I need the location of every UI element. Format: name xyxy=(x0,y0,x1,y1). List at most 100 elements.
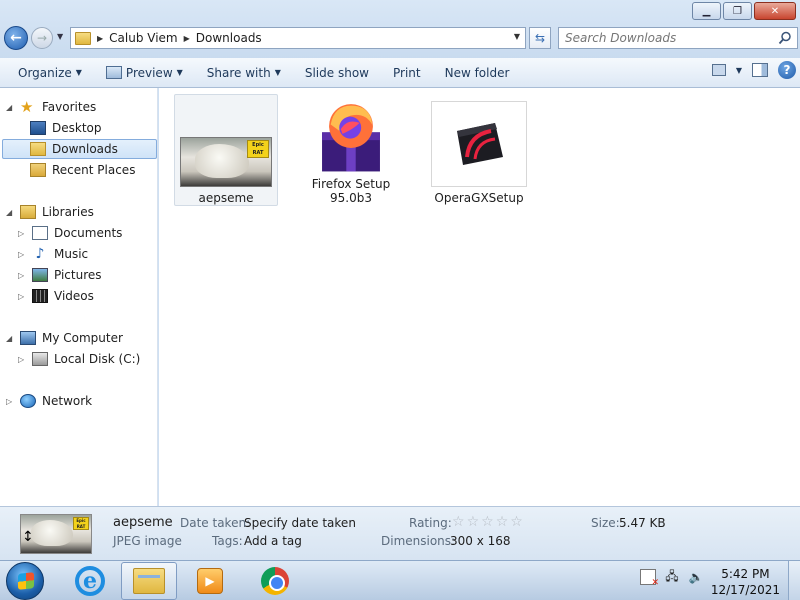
chevron-down-icon: ▼ xyxy=(57,32,64,41)
preview-label: Preview xyxy=(125,65,173,80)
sidebar-item-downloads[interactable]: Downloads xyxy=(2,139,157,159)
expand-arrow-icon[interactable]: ▷ xyxy=(18,355,26,364)
breadcrumb-user[interactable]: Calub Viem xyxy=(109,31,177,45)
view-options-dropdown-icon[interactable]: ▼ xyxy=(736,66,742,75)
system-clock[interactable]: 5:42 PM 12/17/2021 xyxy=(711,566,780,598)
search-icon[interactable] xyxy=(778,31,792,45)
print-button[interactable]: Print xyxy=(381,60,433,86)
dimensions-label: Dimensions: xyxy=(381,534,456,548)
file-name-line-2: 95.0b3 xyxy=(330,191,372,205)
file-name: Firefox Setup 95.0b3 xyxy=(312,177,390,205)
expand-arrow-icon[interactable]: ▷ xyxy=(18,229,26,238)
file-thumbnail-frame: Firefox Setup 95.0b3 xyxy=(299,94,403,206)
star-outline-icon[interactable]: ☆ xyxy=(452,514,465,530)
new-folder-button[interactable]: New folder xyxy=(433,60,522,86)
preview-pane-icon[interactable] xyxy=(752,63,768,77)
file-item-operagx-setup[interactable]: OperaGXSetup xyxy=(427,94,531,206)
address-dropdown-icon[interactable]: ▼ xyxy=(514,32,520,41)
sidebar-item-my-computer[interactable]: ◢ My Computer xyxy=(6,328,123,348)
help-icon[interactable]: ? xyxy=(778,61,796,79)
volume-icon[interactable]: 🔈 xyxy=(688,569,704,585)
folder-icon xyxy=(75,31,91,45)
network-status-icon[interactable]: 🖧 xyxy=(664,569,680,585)
arrow-right-icon: → xyxy=(36,31,48,45)
start-button[interactable] xyxy=(6,562,44,600)
rating-label: Rating: xyxy=(409,516,452,530)
expand-arrow-icon[interactable]: ◢ xyxy=(6,103,14,112)
operagx-thumbnail-frame xyxy=(431,101,527,187)
taskbar-file-explorer[interactable] xyxy=(121,562,177,600)
taskbar-internet-explorer[interactable]: e xyxy=(62,562,118,600)
chrome-icon xyxy=(261,567,289,595)
search-box[interactable] xyxy=(558,27,798,49)
breadcrumb-separator-icon[interactable]: ▶ xyxy=(184,34,190,43)
sidebar-item-label: Downloads xyxy=(52,142,118,156)
system-tray: 🖧 🔈 xyxy=(640,569,704,588)
file-thumbnail-frame: Epic RAT aepseme xyxy=(174,94,278,206)
breadcrumb-downloads[interactable]: Downloads xyxy=(196,31,262,45)
address-bar[interactable]: ▶ Calub Viem ▶ Downloads ▼ xyxy=(70,27,526,49)
sidebar-item-network[interactable]: ▷ Network xyxy=(6,391,92,411)
star-outline-icon[interactable]: ☆ xyxy=(467,514,480,530)
expand-arrow-icon[interactable]: ▷ xyxy=(18,250,26,259)
date-taken-value[interactable]: Specify date taken xyxy=(244,516,356,530)
star-outline-icon[interactable]: ☆ xyxy=(510,514,523,530)
sidebar-item-local-disk[interactable]: ▷ Local Disk (C:) xyxy=(18,349,140,369)
chevron-down-icon: ▼ xyxy=(274,68,281,77)
sidebar-item-desktop[interactable]: Desktop xyxy=(30,118,102,138)
rat-image-thumbnail: Epic RAT xyxy=(180,137,272,187)
details-filetype: JPEG image xyxy=(113,534,182,548)
file-explorer-icon xyxy=(133,568,165,594)
sidebar-item-videos[interactable]: ▷ Videos xyxy=(18,286,94,306)
rating-stars[interactable]: ☆ ☆ ☆ ☆ ☆ xyxy=(452,514,523,530)
recent-places-icon xyxy=(30,163,46,177)
show-desktop-button[interactable] xyxy=(788,561,800,600)
refresh-button[interactable]: ⇆ xyxy=(529,27,551,49)
recent-pages-dropdown[interactable]: ▼ xyxy=(57,32,63,41)
forward-button[interactable]: → xyxy=(31,27,53,49)
operagx-icon xyxy=(457,123,503,165)
share-with-button[interactable]: Share with ▼ xyxy=(195,60,293,86)
restore-icon: ❐ xyxy=(733,5,742,17)
sidebar-item-documents[interactable]: ▷ Documents xyxy=(18,223,122,243)
file-name: OperaGXSetup xyxy=(434,191,524,205)
close-button[interactable]: ✕ xyxy=(754,2,796,20)
taskbar-media-player[interactable]: ▶ xyxy=(182,562,238,600)
expand-arrow-icon[interactable]: ▷ xyxy=(18,271,26,280)
sidebar-item-recent-places[interactable]: Recent Places xyxy=(30,160,135,180)
slide-show-button[interactable]: Slide show xyxy=(293,60,381,86)
sidebar-item-music[interactable]: ▷ ♪ Music xyxy=(18,244,88,264)
expand-arrow-icon[interactable]: ▷ xyxy=(18,292,26,301)
clock-time: 5:42 PM xyxy=(721,567,770,581)
sidebar-item-label: My Computer xyxy=(42,331,123,345)
change-view-icon[interactable] xyxy=(711,64,726,76)
minimize-button[interactable]: ▁ xyxy=(692,2,721,20)
resize-cursor-icon: ↕ xyxy=(22,529,34,545)
sidebar-item-favorites[interactable]: ◢ ★ Favorites xyxy=(6,97,96,117)
sidebar-item-pictures[interactable]: ▷ Pictures xyxy=(18,265,102,285)
sidebar-item-libraries[interactable]: ◢ Libraries xyxy=(6,202,94,222)
star-outline-icon[interactable]: ☆ xyxy=(481,514,494,530)
organize-button[interactable]: Organize ▼ xyxy=(6,60,94,86)
file-list: Epic RAT aepseme Firefox Setup 95.0b3 Op… xyxy=(159,88,800,506)
tags-value[interactable]: Add a tag xyxy=(244,534,302,548)
epic-rat-badge: Epic RAT xyxy=(73,517,89,530)
file-item-aepseme[interactable]: Epic RAT aepseme xyxy=(174,94,278,206)
expand-arrow-icon[interactable]: ▷ xyxy=(6,397,14,406)
back-button[interactable]: ← xyxy=(4,26,28,50)
documents-icon xyxy=(32,226,48,240)
expand-arrow-icon[interactable]: ◢ xyxy=(6,334,14,343)
file-name-line-1: Firefox Setup xyxy=(311,177,391,191)
maximize-button[interactable]: ❐ xyxy=(723,2,752,20)
preview-button[interactable]: Preview ▼ xyxy=(94,60,195,86)
star-icon: ★ xyxy=(20,98,34,116)
search-input[interactable] xyxy=(565,31,765,45)
expand-arrow-icon[interactable]: ◢ xyxy=(6,208,14,217)
file-item-firefox-setup[interactable]: Firefox Setup 95.0b3 xyxy=(299,94,403,206)
action-center-alert-icon[interactable] xyxy=(640,569,659,588)
breadcrumb-separator-icon[interactable]: ▶ xyxy=(97,34,103,43)
epic-rat-badge: Epic RAT xyxy=(247,140,269,158)
taskbar-chrome[interactable] xyxy=(247,562,303,600)
star-outline-icon[interactable]: ☆ xyxy=(496,514,509,530)
dimensions-value: 300 x 168 xyxy=(450,534,511,548)
